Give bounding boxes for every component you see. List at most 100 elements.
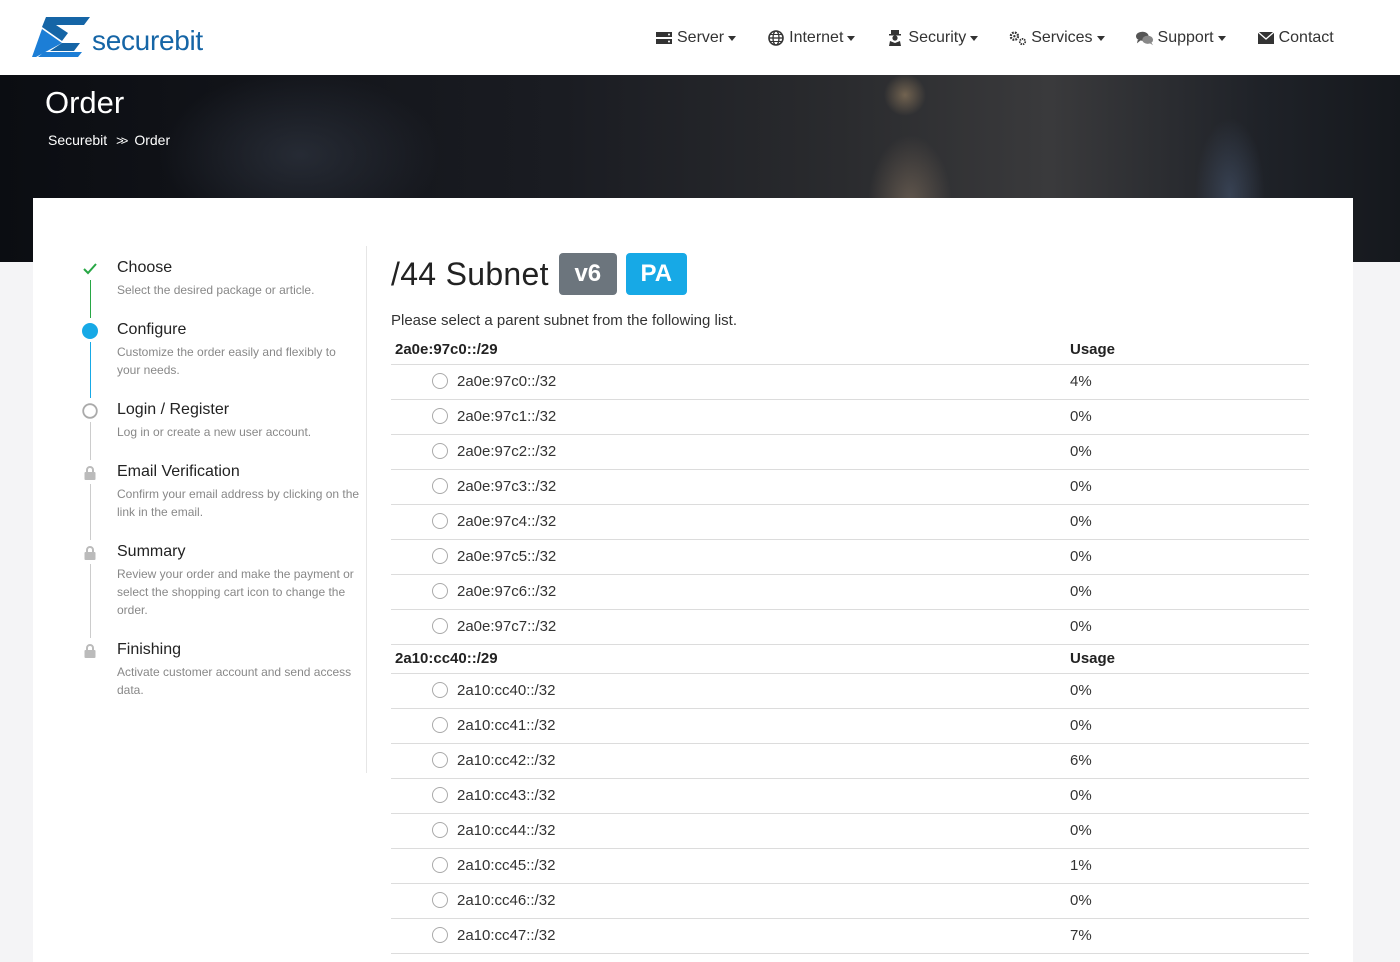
subnet-row[interactable]: 2a10:cc45::/32 1% [391, 848, 1309, 884]
subnet-row[interactable]: 2a0e:97c5::/32 0% [391, 539, 1309, 575]
product-heading: /44 Subnet v6 PA [391, 252, 1309, 296]
subnet-usage: 6% [1060, 743, 1309, 779]
subnet-cell: 2a10:cc47::/32 [391, 918, 1060, 954]
step-desc: Activate customer account and send acces… [117, 665, 352, 697]
step-finishing: Finishing Activate customer account and … [81, 640, 361, 702]
subnet-row[interactable]: 2a0e:97c3::/32 0% [391, 469, 1309, 505]
subnet-radio[interactable] [432, 442, 448, 459]
subnet-row[interactable]: 2a10:cc41::/32 0% [391, 708, 1309, 744]
subnet-cell: 2a10:cc41::/32 [391, 708, 1060, 744]
nav-internet-label: Internet [789, 28, 844, 46]
subnet-radio[interactable] [432, 786, 448, 803]
subnet-cell: 2a0e:97c2::/32 [391, 434, 1060, 470]
nav-services[interactable]: Services [1009, 29, 1105, 47]
step-connector [90, 280, 91, 318]
subnet-usage: 4% [1060, 364, 1309, 400]
subnet-row[interactable]: 2a10:cc47::/32 7% [391, 918, 1309, 954]
subnet-cell: 2a10:cc46::/32 [391, 883, 1060, 919]
subnet-radio[interactable] [432, 617, 448, 634]
subnet-radio[interactable] [432, 716, 448, 733]
address-type-badge: PA [625, 253, 687, 295]
nav-support[interactable]: Support [1135, 28, 1226, 47]
subnet-usage: 0% [1060, 778, 1309, 814]
subnet-row[interactable]: 2a0e:97c7::/32 0% [391, 609, 1309, 645]
subnet-cell: 2a0e:97c1::/32 [391, 399, 1060, 435]
subnet-row[interactable]: 2a0e:97c4::/32 0% [391, 504, 1309, 540]
nav-support-label: Support [1157, 28, 1214, 46]
subnet-usage: 0% [1060, 708, 1309, 744]
subnet-row[interactable]: 2a0e:97c0::/32 4% [391, 364, 1309, 400]
subnet-radio[interactable] [432, 547, 448, 564]
lock-icon [82, 643, 98, 659]
subnet-label: 2a0e:97c7::/32 [457, 618, 557, 635]
gears-icon [1009, 30, 1027, 46]
subnet-label: 2a10:cc47::/32 [457, 927, 556, 944]
caret-down-icon [728, 36, 737, 41]
main-nav: Server Internet Security Services Suppor… [655, 0, 1334, 75]
comments-icon [1135, 30, 1154, 46]
step-choose[interactable]: Choose Select the desired package or art… [81, 258, 361, 320]
securebit-logo-icon [32, 17, 90, 57]
nav-contact[interactable]: Contact [1257, 29, 1334, 47]
subnet-row[interactable]: 2a10:cc46::/32 0% [391, 883, 1309, 919]
subnet-label: 2a0e:97c4::/32 [457, 513, 557, 530]
brand-logo[interactable]: securebit [32, 15, 203, 59]
order-card: Choose Select the desired package or art… [33, 198, 1353, 962]
lock-icon [82, 545, 98, 561]
step-desc: Log in or create a new user account. [117, 425, 312, 439]
subnet-label: 2a10:cc40::/32 [457, 682, 556, 699]
double-chevron-right-icon: >> [116, 132, 128, 148]
breadcrumb-home-link[interactable]: Securebit [48, 132, 107, 148]
subnet-radio[interactable] [432, 681, 448, 698]
step-title: Configure [117, 321, 187, 338]
subnet-label: 2a10:cc46::/32 [457, 892, 556, 909]
globe-icon [767, 29, 785, 46]
step-configure[interactable]: Configure Customize the order easily and… [81, 320, 361, 400]
step-connector [90, 342, 91, 398]
step-title: Summary [117, 543, 186, 560]
step-title: Choose [117, 259, 173, 276]
subnet-radio[interactable] [432, 582, 448, 599]
subnet-row[interactable]: 2a0e:97c1::/32 0% [391, 399, 1309, 435]
step-title: Email Verification [117, 463, 240, 480]
step-desc: Select the desired package or article. [117, 283, 315, 297]
subnet-cell: 2a0e:97c7::/32 [391, 609, 1060, 645]
breadcrumb-current: Order [134, 132, 171, 148]
nav-internet[interactable]: Internet [767, 28, 856, 47]
subnet-row[interactable]: 2a0e:97c6::/32 0% [391, 574, 1309, 610]
subnet-radio[interactable] [432, 856, 448, 873]
subnet-row[interactable]: 2a10:cc43::/32 0% [391, 778, 1309, 814]
subnet-radio[interactable] [432, 926, 448, 943]
subnet-radio[interactable] [432, 372, 448, 389]
subnet-radio[interactable] [432, 477, 448, 494]
subnet-cell: 2a10:cc45::/32 [391, 848, 1060, 884]
subnet-label: 2a10:cc45::/32 [457, 857, 556, 874]
subnet-label: 2a0e:97c3::/32 [457, 478, 557, 495]
subnet-label: 2a0e:97c5::/32 [457, 548, 557, 565]
subnet-row[interactable]: 2a10:cc40::/32 0% [391, 673, 1309, 709]
subnet-cell: 2a0e:97c5::/32 [391, 539, 1060, 575]
subnet-cell: 2a0e:97c3::/32 [391, 469, 1060, 505]
step-title: Finishing [117, 641, 182, 658]
subnet-radio[interactable] [432, 891, 448, 908]
nav-security[interactable]: Security [886, 29, 979, 47]
step-login-register[interactable]: Login / Register Log in or create a new … [81, 400, 361, 462]
caret-down-icon [1217, 36, 1226, 41]
nav-server[interactable]: Server [655, 29, 737, 47]
subnet-row[interactable]: 2a0e:97c2::/32 0% [391, 434, 1309, 470]
subnet-row[interactable]: 2a10:cc42::/32 6% [391, 743, 1309, 779]
subnet-radio[interactable] [432, 407, 448, 424]
subnet-usage: 0% [1060, 504, 1309, 540]
subnet-radio[interactable] [432, 751, 448, 768]
subnet-radio[interactable] [432, 821, 448, 838]
subnet-label: 2a0e:97c6::/32 [457, 583, 557, 600]
empty-circle-icon [82, 403, 98, 419]
subnet-selection: /44 Subnet v6 PA Please select a parent … [391, 252, 1309, 954]
subnet-radio[interactable] [432, 512, 448, 529]
lock-icon [82, 465, 98, 481]
nav-contact-label: Contact [1278, 28, 1334, 46]
caret-down-icon [847, 36, 856, 41]
subnet-group-header: 2a0e:97c0::/29 Usage [391, 335, 1309, 365]
step-desc: Confirm your email address by clicking o… [117, 487, 360, 519]
subnet-row[interactable]: 2a10:cc44::/32 0% [391, 813, 1309, 849]
